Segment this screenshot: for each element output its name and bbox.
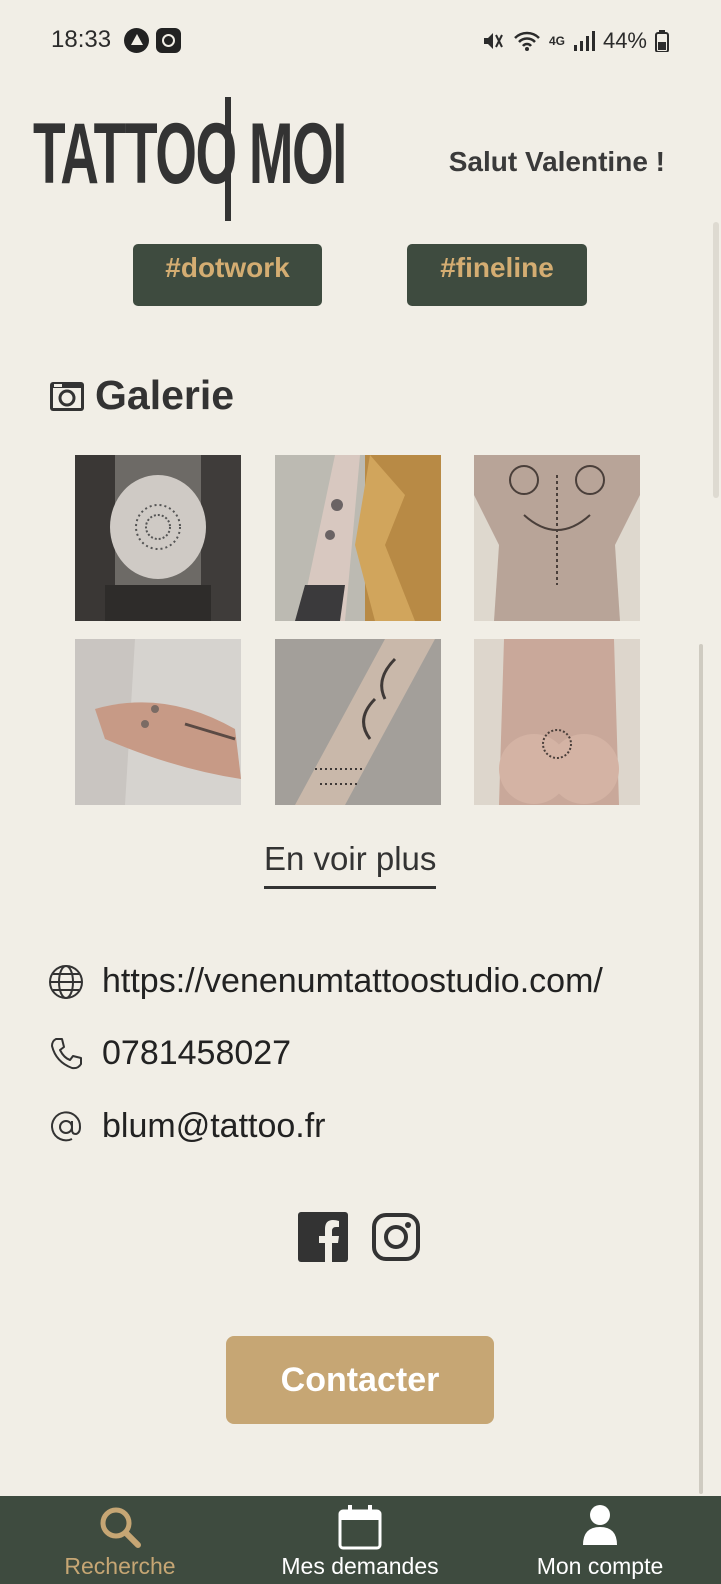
battery-percent: 44% xyxy=(602,28,647,53)
facebook-icon xyxy=(298,1212,348,1262)
phone-icon xyxy=(51,1037,82,1069)
tag-dotwork[interactable]: #dotwork xyxy=(133,244,322,306)
nav-item-requests[interactable]: Mes demandes xyxy=(270,1496,450,1584)
user-greeting: Salut Valentine ! xyxy=(448,146,665,177)
facebook-link[interactable] xyxy=(298,1212,348,1262)
app-notification-icon xyxy=(124,28,149,53)
status-indicators: 4G 44% xyxy=(481,28,669,54)
gallery-photo-6[interactable] xyxy=(474,639,640,805)
at-icon xyxy=(51,1110,82,1141)
wifi-icon xyxy=(514,31,540,51)
tag-fineline[interactable]: #fineline xyxy=(407,244,587,306)
globe-icon xyxy=(49,964,83,999)
mute-icon xyxy=(483,33,503,49)
nav-label-requests: Mes demandes xyxy=(281,1553,439,1579)
gallery-photo-4[interactable] xyxy=(75,639,241,805)
nav-item-account[interactable]: Mon compte xyxy=(530,1496,670,1584)
camera-notification-icon xyxy=(156,28,181,53)
logo-divider xyxy=(225,97,231,221)
email-row[interactable]: blum@tattoo.fr xyxy=(48,1107,326,1146)
instagram-link[interactable] xyxy=(371,1212,421,1262)
scrollbar-outer[interactable] xyxy=(713,222,719,498)
logo-text-left: TATTOO xyxy=(33,106,237,202)
website-row[interactable]: https://venenumtattoostudio.com/ xyxy=(48,962,603,1001)
gallery-photo-5[interactable] xyxy=(275,639,441,805)
user-icon xyxy=(583,1505,617,1545)
contact-button[interactable]: Contacter xyxy=(226,1336,494,1424)
status-bar: 18:33 4G 44% xyxy=(0,0,721,84)
nav-label-account: Mon compte xyxy=(536,1553,664,1579)
gallery-photo-1[interactable] xyxy=(75,455,241,621)
search-icon xyxy=(100,1507,141,1548)
status-time: 18:33 xyxy=(51,26,112,53)
signal-icon xyxy=(573,31,595,51)
gallery-heading: Galerie xyxy=(49,372,234,419)
website-link[interactable]: https://venenumtattoostudio.com/ xyxy=(102,962,603,1001)
scrollbar-inner[interactable] xyxy=(699,644,703,1494)
camera-icon xyxy=(50,381,84,411)
gallery-photo-3[interactable] xyxy=(474,455,640,621)
calendar-icon xyxy=(338,1505,382,1550)
phone-row[interactable]: 0781458027 xyxy=(48,1034,291,1073)
bottom-navigation: Recherche Mes demandes Mon compte xyxy=(0,1496,721,1584)
logo-text-right: MOI xyxy=(249,106,347,202)
nav-label-search: Recherche xyxy=(64,1553,176,1579)
see-more-link[interactable]: En voir plus xyxy=(264,840,437,889)
gallery-photo-2[interactable] xyxy=(275,455,441,621)
battery-icon xyxy=(655,30,669,52)
network-type: 4G xyxy=(548,34,565,48)
phone-number[interactable]: 0781458027 xyxy=(102,1034,291,1073)
instagram-icon xyxy=(372,1213,420,1261)
email-address[interactable]: blum@tattoo.fr xyxy=(102,1107,326,1146)
nav-item-search[interactable]: Recherche xyxy=(60,1496,180,1584)
gallery-title: Galerie xyxy=(95,372,235,418)
